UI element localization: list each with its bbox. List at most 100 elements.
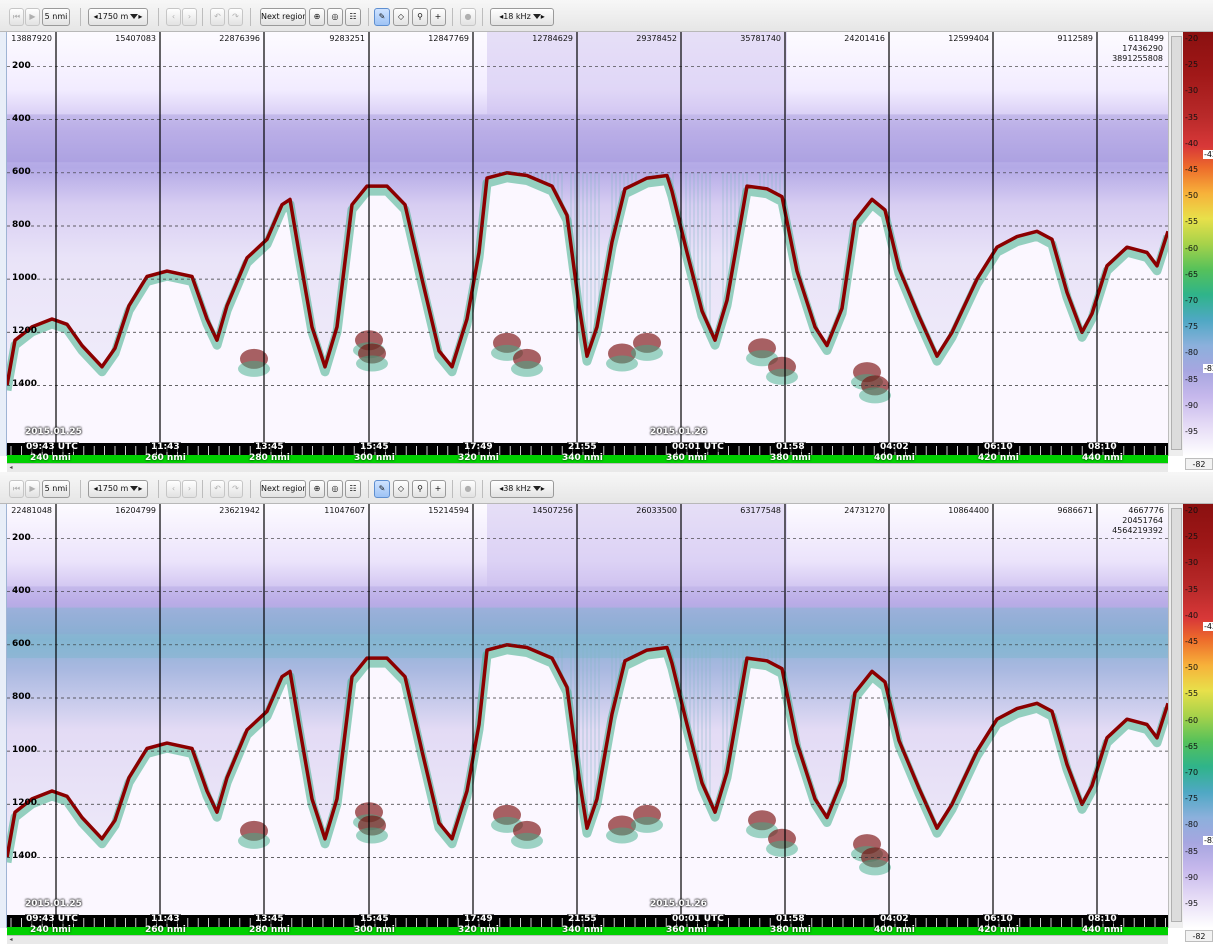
add-button[interactable]: + [430,8,446,26]
range-step-button[interactable]: 5 nmi [42,480,70,498]
echogram-toolbar: ⏮ ▶ 5 nmi ◂1750 m ▸ ‹ › ↶ ↷ Next region ⊕ ◎ ☷ ✎ ◇ ⚲ + ● ◂1… [0,0,1213,32]
depth-tick-label: 600 [12,638,31,649]
redo-button[interactable]: ↷ [228,8,243,26]
draw-region-button[interactable]: ✎ [374,480,390,498]
globe-button[interactable]: ◎ [327,480,343,498]
toolbar-separator [250,8,251,26]
list-button[interactable]: ☷ [345,8,361,26]
color-scale-min-marker[interactable]: -82 [1203,836,1213,845]
time-label: 15:45 [359,914,390,924]
ping-count: 3891255808 [1112,54,1163,63]
skip-back-button[interactable]: ⏮ [9,8,24,26]
depth-range-select[interactable]: ◂1750 m ▸ [88,8,148,26]
deep-echo-halo [606,827,638,844]
color-scale-max-marker[interactable]: -42 [1203,150,1213,159]
prev-region-button[interactable]: ‹ [166,8,181,26]
distance-label: 360 nmi [666,453,707,463]
scroll-thumb[interactable] [1171,508,1182,922]
color-scale-tick: -85 [1185,846,1199,856]
next-region-button[interactable]: Next region [260,480,306,498]
deep-echo-halo [606,355,638,372]
time-label: 21:55 [567,914,598,924]
depth-axis-track[interactable] [0,504,7,928]
distance-label: 420 nmi [978,453,1019,463]
add-button[interactable]: + [430,480,446,498]
redo-button[interactable]: ↷ [228,480,243,498]
distance-label: 440 nmi [1082,453,1123,463]
skip-back-button[interactable]: ⏮ [9,480,24,498]
frequency-select[interactable]: ◂18 kHz ▸ [490,8,554,26]
vertical-scrollbar[interactable] [1168,32,1183,456]
eraser-button[interactable]: ◇ [393,8,409,26]
crosshair-button[interactable]: ⊕ [309,480,325,498]
toolbar-separator [202,480,203,498]
color-scale-tick: -65 [1185,269,1199,279]
ping-number: 6118499 [1128,34,1164,43]
skip-back-icon: ⏮ [12,484,21,493]
play-button[interactable]: ▶ [25,8,40,26]
ping-number: 29378452 [636,34,677,43]
time-label: 11:43 [150,442,181,452]
list-icon: ☷ [349,12,357,21]
echogram-svg [7,32,1168,443]
undo-button[interactable]: ↶ [210,8,225,26]
ping-count: 20451764 [1122,516,1163,525]
color-scale-tick: -45 [1185,637,1199,646]
scroll-thumb[interactable] [1171,36,1182,450]
depth-tick-label: 800 [12,691,31,702]
eraser-icon: ◇ [397,484,405,493]
time-label: 17:49 [463,914,494,924]
horizontal-scrollbar[interactable]: ◂ [7,463,1168,472]
zoom-button[interactable]: ⚲ [412,480,428,498]
color-scale-tick: -95 [1185,899,1199,908]
prev-region-button[interactable]: ‹ [166,480,181,498]
toolbar-separator [368,480,369,498]
vertical-scrollbar[interactable] [1168,504,1183,928]
range-step-button[interactable]: 5 nmi [42,8,70,26]
time-label: 15:45 [359,442,390,452]
zoom-button[interactable]: ⚲ [412,8,428,26]
record-button[interactable]: ● [460,8,476,26]
frequency-select[interactable]: ◂38 kHz ▸ [490,480,554,498]
scroll-left-icon[interactable]: ◂ [7,936,15,943]
zoom-icon: ⚲ [417,484,423,493]
list-button[interactable]: ☷ [345,480,361,498]
undo-icon: ↶ [214,12,221,21]
next-region-button[interactable]: Next region [260,8,306,26]
toolbar-separator [250,480,251,498]
color-scale-tick: -80 [1185,820,1199,830]
depth-range-select[interactable]: ◂1750 m ▸ [88,480,148,498]
color-scale-max-marker[interactable]: -42 [1203,622,1213,631]
crosshair-button[interactable]: ⊕ [309,8,325,26]
globe-button[interactable]: ◎ [327,8,343,26]
arrow-right-icon: › [187,484,192,493]
distance-label: 300 nmi [354,453,395,463]
ping-number: 22481048 [11,506,52,515]
next-arrow-button[interactable]: › [182,480,197,498]
date-label: 2015.01.25 [25,427,82,437]
undo-button[interactable]: ↶ [210,480,225,498]
echogram-plot[interactable] [7,504,1168,915]
depth-range-value: 1750 m [97,12,129,21]
color-scale-tick: -90 [1185,872,1199,882]
draw-region-button[interactable]: ✎ [374,8,390,26]
eraser-button[interactable]: ◇ [393,480,409,498]
scroll-left-icon[interactable]: ◂ [7,464,15,471]
depth-tick-label: 400 [12,585,31,596]
arrow-left-icon: ‹ [171,12,176,21]
deep-echo-halo [631,816,663,833]
depth-axis-track[interactable] [0,32,7,456]
crosshair-icon: ⊕ [313,484,321,493]
deep-echo-halo [766,840,798,857]
record-button[interactable]: ● [460,480,476,498]
toolbar-separator [368,8,369,26]
color-scale-min-marker[interactable]: -82 [1203,364,1213,373]
play-button[interactable]: ▶ [25,480,40,498]
next-frequency-icon: ▸ [540,12,545,21]
ping-number: 12599404 [948,34,989,43]
echogram-plot[interactable] [7,32,1168,443]
distance-label: 240 nmi [30,925,71,935]
frequency-value: 18 kHz [503,12,531,21]
next-arrow-button[interactable]: › [182,8,197,26]
echogram-svg [7,504,1168,915]
